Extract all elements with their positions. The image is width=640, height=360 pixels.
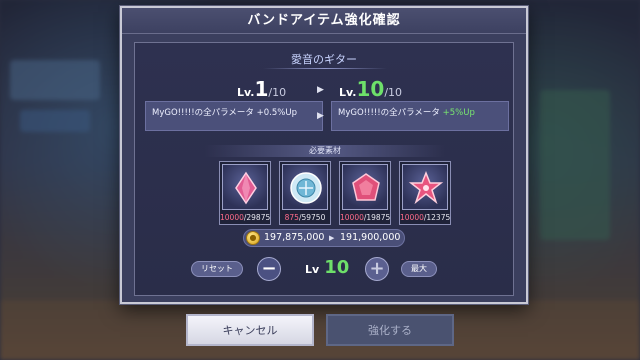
material-slot[interactable]: 10000/29875	[219, 161, 271, 225]
enhance-button[interactable]: 強化する	[326, 314, 454, 346]
coin-icon: ●	[246, 231, 260, 245]
material-count: 10000/29875	[220, 213, 271, 222]
level-arrow-icon: ▶	[317, 85, 324, 95]
material-icon-frame	[402, 164, 448, 210]
coin-current: 197,875,000	[264, 232, 325, 243]
material-icon-frame	[222, 164, 268, 210]
material-slot[interactable]: 875/59750	[279, 161, 331, 225]
target-effect-bonus: +5%Up	[442, 108, 475, 118]
dialog-content: 愛音のギター Lv.1/10 ▶ Lv.10/10 MyGO!!!!!の全パラメ…	[134, 42, 514, 296]
effect-arrow-icon: ▶	[317, 111, 324, 121]
pink-crystal-icon	[235, 171, 257, 205]
material-icon-frame	[282, 164, 328, 210]
selected-level-prefix: Lv	[305, 263, 320, 276]
current-level: Lv.1/10	[237, 77, 286, 101]
coin-cost: ● 197,875,000 ▶ 191,900,000	[243, 229, 405, 247]
material-slot[interactable]: 10000/19875	[339, 161, 391, 225]
max-level-button[interactable]: 最大	[401, 261, 437, 277]
target-effect-text: MyGO!!!!!の全パラメータ	[338, 108, 443, 118]
coin-arrow-icon: ▶	[329, 234, 335, 242]
selected-level-value: 10	[324, 257, 350, 278]
cancel-button[interactable]: キャンセル	[186, 314, 314, 346]
item-name: 愛音のギター	[291, 53, 357, 66]
current-level-value: 1	[254, 77, 269, 101]
coin-after: 191,900,000	[340, 232, 401, 243]
current-level-prefix: Lv.	[237, 86, 255, 99]
pink-gem-icon	[352, 173, 380, 201]
material-count: 875/59750	[284, 213, 326, 222]
selected-level: Lv 10	[305, 257, 349, 278]
current-level-max: /10	[268, 86, 287, 99]
material-slot[interactable]: 10000/12375	[399, 161, 451, 225]
blue-seal-icon	[290, 172, 322, 204]
target-level-value: 10	[356, 77, 385, 101]
materials-header: 必要素材	[205, 145, 445, 157]
decrease-level-button[interactable]: −	[257, 257, 281, 281]
dialog-title: バンドアイテム強化確認	[122, 8, 526, 34]
target-level-max: /10	[384, 86, 403, 99]
increase-level-button[interactable]: +	[365, 257, 389, 281]
material-count: 10000/19875	[340, 213, 391, 222]
pink-star-icon	[408, 170, 444, 205]
target-level: Lv.10/10	[339, 77, 402, 101]
target-level-prefix: Lv.	[339, 86, 357, 99]
item-name-underline	[263, 68, 387, 69]
material-count: 10000/12375	[400, 213, 451, 222]
reset-button[interactable]: リセット	[191, 261, 243, 277]
enhance-confirm-dialog: バンドアイテム強化確認 愛音のギター Lv.1/10 ▶ Lv.10/10 My…	[120, 6, 528, 304]
target-effect: MyGO!!!!!の全パラメータ +5%Up	[331, 101, 509, 131]
material-icon-frame	[342, 164, 388, 210]
current-effect: MyGO!!!!!の全パラメータ +0.5%Up	[145, 101, 323, 131]
